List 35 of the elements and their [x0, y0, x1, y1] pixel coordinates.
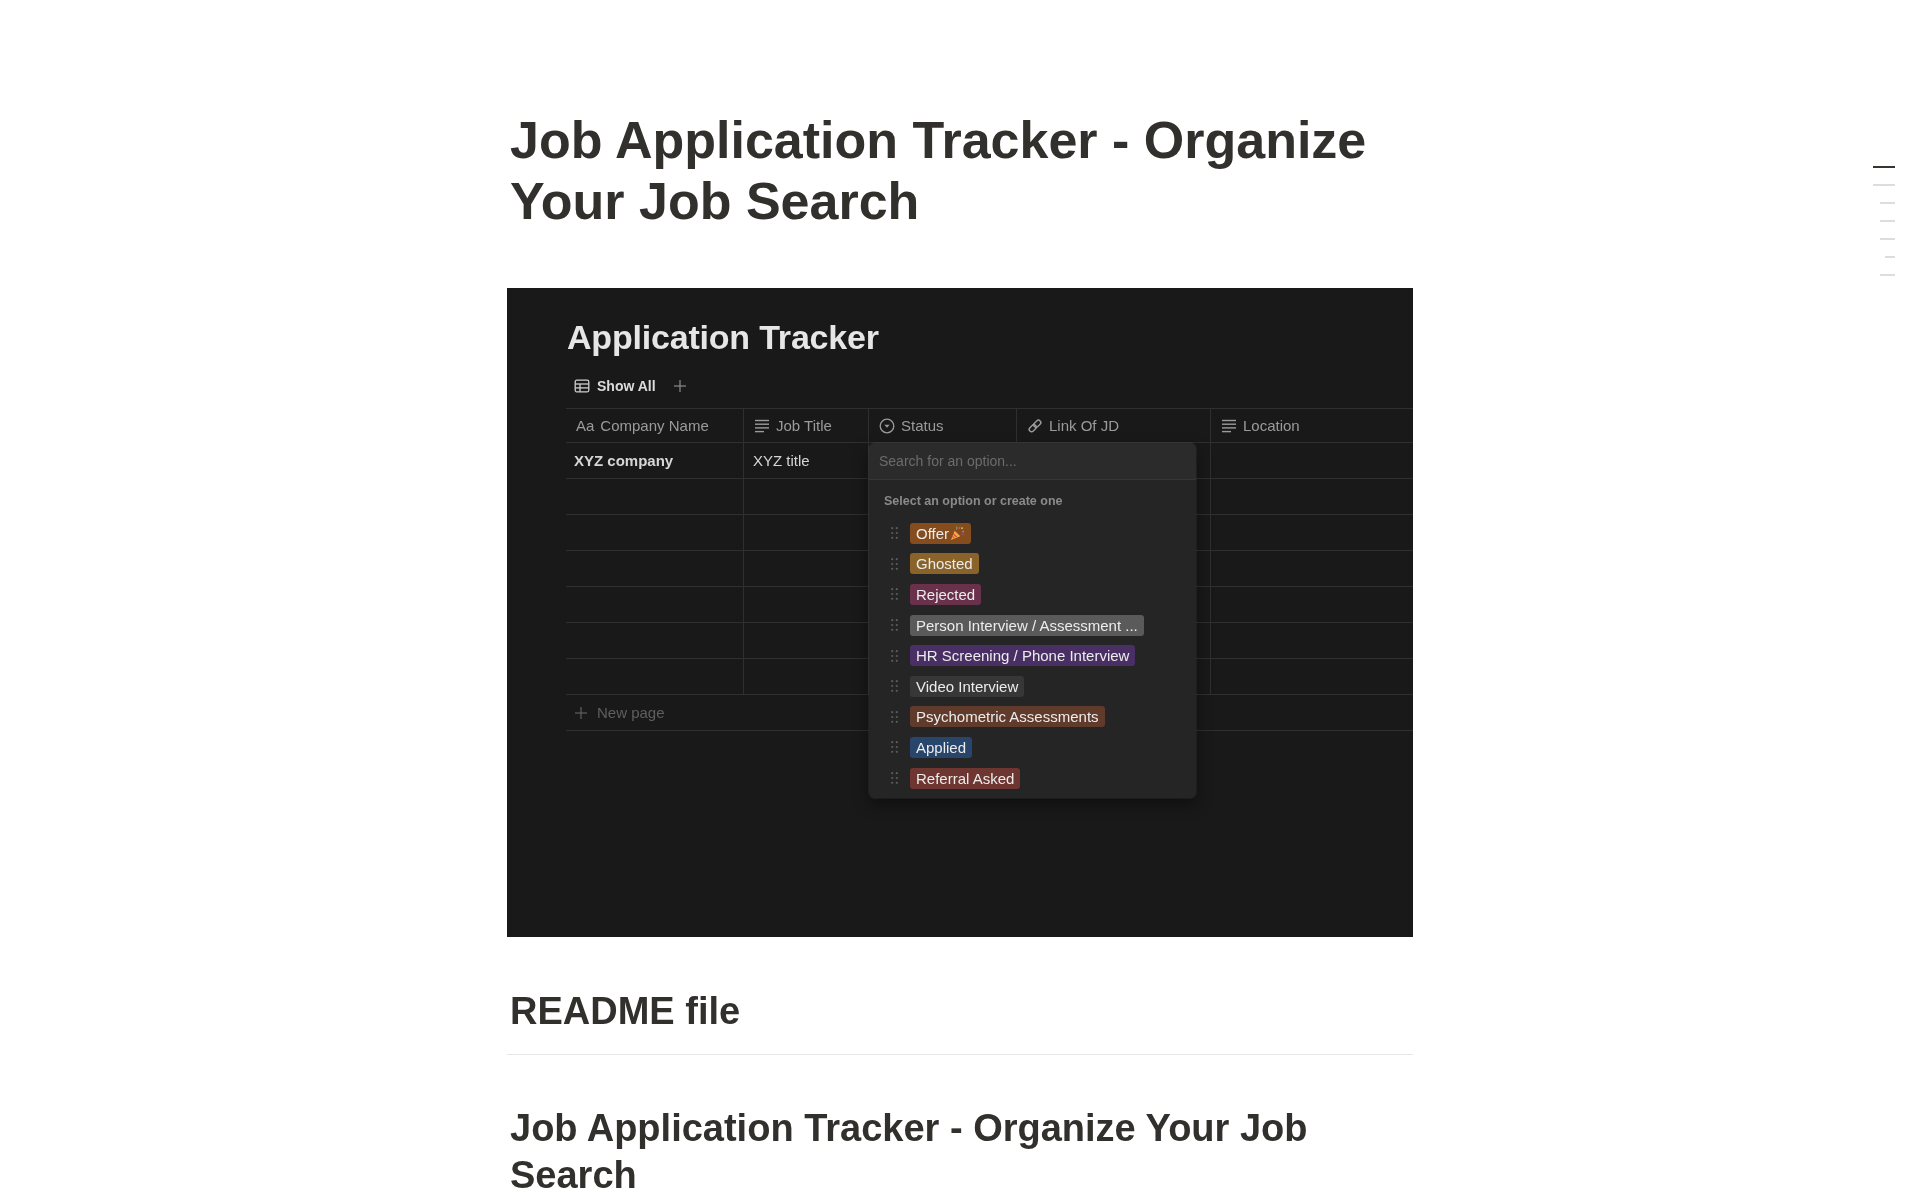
table-cell-text: XYZ title: [752, 451, 811, 471]
page-title: Job Application Tracker - Organize Your Job Search: [509, 110, 1368, 232]
lines-icon: [1221, 417, 1237, 434]
status-option[interactable]: Psychometric Assessments: [910, 706, 1105, 728]
status-option[interactable]: Video Interview: [910, 675, 1025, 697]
table-cell-text: XYZ company: [573, 451, 675, 471]
plus-icon[interactable]: [673, 380, 686, 392]
plus-icon: [575, 706, 587, 719]
status-option[interactable]: Applied: [910, 736, 973, 758]
drag-handle-icon[interactable]: [891, 649, 898, 662]
status-option[interactable]: Person Interview / Assessment ...: [910, 614, 1144, 636]
menu-hint: Select an option or create one: [884, 493, 1064, 510]
drag-handle-icon[interactable]: [891, 619, 898, 632]
lines-icon: [754, 417, 770, 434]
database-title: Application Tracker: [566, 317, 880, 357]
section-heading: README file: [509, 989, 742, 1034]
type-glyph: Aa: [576, 417, 595, 434]
status-option[interactable]: Ghosted: [910, 553, 979, 575]
drag-handle-icon[interactable]: [891, 680, 898, 693]
status-option[interactable]: Rejected: [910, 584, 982, 605]
circle-caret-icon: [879, 417, 895, 434]
view-tab[interactable]: Show All: [574, 378, 656, 394]
section-heading: Job Application Tracker - Organize Your Job Search: [509, 1106, 1309, 1198]
drag-handle-icon[interactable]: [891, 741, 898, 754]
table-icon: [574, 378, 590, 394]
status-option[interactable]: Referral Asked: [910, 767, 1021, 789]
search-field[interactable]: Search for an option...: [869, 443, 1196, 480]
link-icon: [1027, 417, 1043, 434]
status-option[interactable]: HR Screening / Phone Interview: [910, 645, 1136, 667]
drag-handle-icon[interactable]: [891, 557, 898, 570]
drag-handle-icon[interactable]: [891, 772, 898, 785]
drag-handle-icon[interactable]: [891, 527, 898, 540]
drag-handle-icon[interactable]: [891, 710, 898, 723]
drag-handle-icon[interactable]: [891, 588, 898, 601]
status-option[interactable]: Offer: [910, 522, 972, 544]
